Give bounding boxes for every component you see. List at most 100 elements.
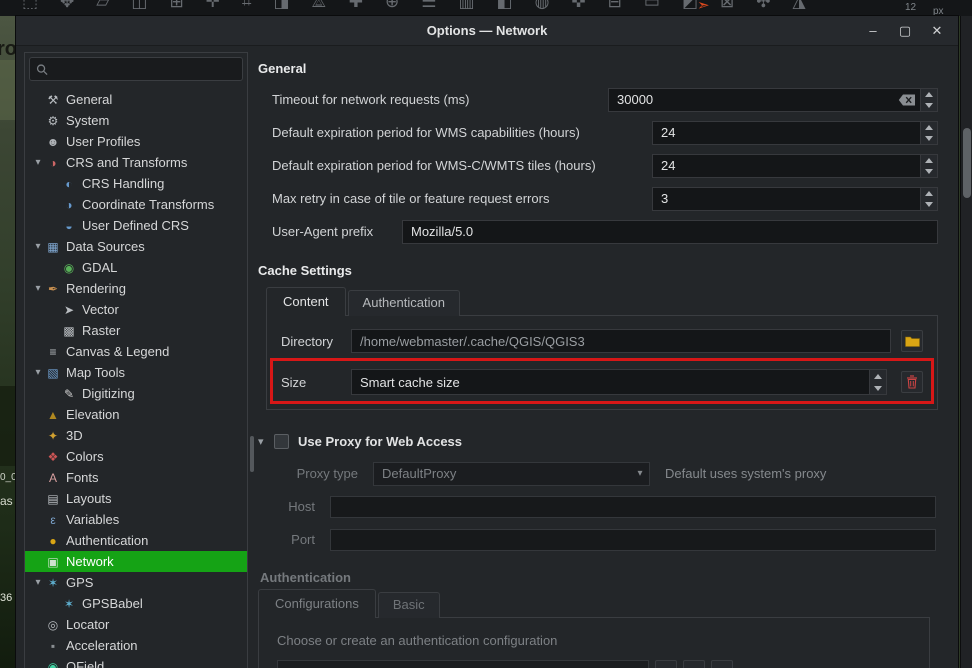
sidebar-item-label: User Defined CRS xyxy=(82,218,189,233)
form-row-max-retry: Max retry in case of tile or feature req… xyxy=(256,182,938,215)
search-input[interactable] xyxy=(48,62,236,77)
sidebar-item-gps[interactable]: ▾✶GPS xyxy=(25,572,247,593)
auth-config-combo[interactable]: ▾ xyxy=(277,660,649,668)
sidebar-item-general[interactable]: ⚒General xyxy=(25,89,247,110)
maximize-button[interactable]: ▢ xyxy=(890,16,920,46)
map-patch xyxy=(0,60,16,120)
expander-icon[interactable]: ▾ xyxy=(31,367,45,378)
sidebar-search[interactable] xyxy=(29,57,243,81)
system-icon: ⚙ xyxy=(45,114,61,128)
browse-folder-button[interactable] xyxy=(901,330,923,352)
sidebar-item-label: Layouts xyxy=(66,491,112,506)
proxy-auth-title: Authentication xyxy=(260,570,938,585)
sidebar-item-authentication[interactable]: ●Authentication xyxy=(25,530,247,551)
proxy-port-label: Port xyxy=(271,532,315,547)
timeout-label: Timeout for network requests (ms) xyxy=(272,92,608,107)
sidebar-item-variables[interactable]: εVariables xyxy=(25,509,247,530)
max-retry-value: 3 xyxy=(653,191,920,206)
map-label-fragment: ro xyxy=(0,38,16,61)
gps-icon: ✶ xyxy=(45,576,61,590)
close-button[interactable]: ✕ xyxy=(922,16,952,46)
proxy-port-input[interactable] xyxy=(330,529,936,551)
auth-remove-button[interactable] xyxy=(711,660,733,668)
sidebar-item-network[interactable]: ▣Network xyxy=(25,551,247,572)
sidebar-item-elevation[interactable]: ▲Elevation xyxy=(25,404,247,425)
sidebar-item-vector[interactable]: ➤Vector xyxy=(25,299,247,320)
user-agent-field[interactable]: Mozilla/5.0 xyxy=(402,220,938,244)
sidebar-item-colors[interactable]: ❖Colors xyxy=(25,446,247,467)
sidebar-item-digitizing[interactable]: ✎Digitizing xyxy=(25,383,247,404)
proxy-host-row: Host xyxy=(256,490,938,523)
sidebar-item-3d[interactable]: ✦3D xyxy=(25,425,247,446)
map-canvas-left-sliver: ro 0_0 as 36 xyxy=(0,16,16,668)
sidebar-item-fonts[interactable]: AFonts xyxy=(25,467,247,488)
max-retry-field[interactable]: 3 xyxy=(652,187,938,211)
expander-icon[interactable]: ▾ xyxy=(31,241,45,252)
sidebar-tree: ⚒General⚙System☻User Profiles▾◑CRS and T… xyxy=(25,89,247,668)
wms-expiry-field[interactable]: 24 xyxy=(652,121,938,145)
use-proxy-checkbox[interactable] xyxy=(274,434,289,449)
auth-edit-button[interactable] xyxy=(683,660,705,668)
sidebar-item-canvas-legend[interactable]: ≡Canvas & Legend xyxy=(25,341,247,362)
sidebar-item-rendering[interactable]: ▾✒Rendering xyxy=(25,278,247,299)
tab-authentication[interactable]: Authentication xyxy=(348,290,460,316)
timeout-spinner[interactable] xyxy=(920,89,937,111)
auth-config-row: ▾ xyxy=(273,660,915,668)
size-spinner[interactable] xyxy=(869,370,886,394)
sidebar-item-user-profiles[interactable]: ☻User Profiles xyxy=(25,131,247,152)
user-profiles-icon: ☻ xyxy=(45,135,61,149)
sidebar-item-qfield[interactable]: ◉QField xyxy=(25,656,247,668)
sidebar-item-user-defined-crs[interactable]: ◒User Defined CRS xyxy=(25,215,247,236)
wms-expiry-spinner[interactable] xyxy=(920,122,937,144)
scrollbar-handle[interactable] xyxy=(963,128,971,198)
trash-icon xyxy=(906,375,918,389)
proxy-host-input[interactable] xyxy=(330,496,936,518)
form-row-wmts-expiry: Default expiration period for WMS-C/WMTS… xyxy=(256,149,938,182)
window-scrollbar[interactable] xyxy=(960,16,972,668)
sidebar-item-data-sources[interactable]: ▾▦Data Sources xyxy=(25,236,247,257)
directory-field[interactable]: /home/webmaster/.cache/QGIS/QGIS3 xyxy=(351,329,891,353)
clear-cache-button[interactable] xyxy=(901,371,923,393)
timeout-field[interactable]: 30000 xyxy=(608,88,938,112)
tab-configurations[interactable]: Configurations xyxy=(258,589,376,618)
expander-icon[interactable]: ▾ xyxy=(31,157,45,168)
sidebar-item-gpsbabel[interactable]: ✶GPSBabel xyxy=(25,593,247,614)
sidebar-item-crs-handling[interactable]: ◐CRS Handling xyxy=(25,173,247,194)
sidebar-item-label: Coordinate Transforms xyxy=(82,197,214,212)
sidebar-item-coordinate-transforms[interactable]: ◑Coordinate Transforms xyxy=(25,194,247,215)
size-label: Size xyxy=(281,375,351,390)
tab-basic[interactable]: Basic xyxy=(378,592,440,618)
sidebar-item-label: Map Tools xyxy=(66,365,125,380)
minimize-button[interactable]: – xyxy=(858,16,888,46)
sidebar-item-map-tools[interactable]: ▾▧Map Tools xyxy=(25,362,247,383)
crs-and-transforms-icon: ◑ xyxy=(45,156,61,170)
layouts-icon: ▤ xyxy=(45,492,61,506)
chevron-down-icon: ▾ xyxy=(630,661,648,668)
clear-field-icon[interactable] xyxy=(898,94,916,106)
sidebar-item-locator[interactable]: ◎Locator xyxy=(25,614,247,635)
sidebar-item-system[interactable]: ⚙System xyxy=(25,110,247,131)
size-combo[interactable]: Smart cache size xyxy=(351,369,887,395)
sidebar-item-raster[interactable]: ▩Raster xyxy=(25,320,247,341)
tab-content[interactable]: Content xyxy=(266,287,346,316)
dialog-titlebar[interactable]: Options — Network – ▢ ✕ xyxy=(16,16,958,46)
auth-add-button[interactable] xyxy=(655,660,677,668)
sidebar-item-crs-and-transforms[interactable]: ▾◑CRS and Transforms xyxy=(25,152,247,173)
sidebar-item-label: Raster xyxy=(82,323,120,338)
collapse-arrow-icon[interactable]: ▾ xyxy=(258,435,274,448)
expander-icon[interactable]: ▾ xyxy=(31,283,45,294)
vector-icon: ➤ xyxy=(61,303,77,317)
max-retry-spinner[interactable] xyxy=(920,188,937,210)
wmts-expiry-field[interactable]: 24 xyxy=(652,154,938,178)
cursor-icon: ➣ xyxy=(697,0,710,14)
wmts-expiry-spinner[interactable] xyxy=(920,155,937,177)
sidebar-item-layouts[interactable]: ▤ Layouts xyxy=(25,488,247,509)
3d-icon: ✦ xyxy=(45,429,61,443)
user-agent-value: Mozilla/5.0 xyxy=(403,224,937,239)
expander-icon[interactable]: ▾ xyxy=(31,577,45,588)
colors-icon: ❖ xyxy=(45,450,61,464)
content-scrollbar[interactable] xyxy=(250,436,254,472)
proxy-type-combo[interactable]: DefaultProxy ▾ xyxy=(373,462,650,486)
sidebar-item-gdal[interactable]: ◉GDAL xyxy=(25,257,247,278)
sidebar-item-acceleration[interactable]: ▪Acceleration xyxy=(25,635,247,656)
